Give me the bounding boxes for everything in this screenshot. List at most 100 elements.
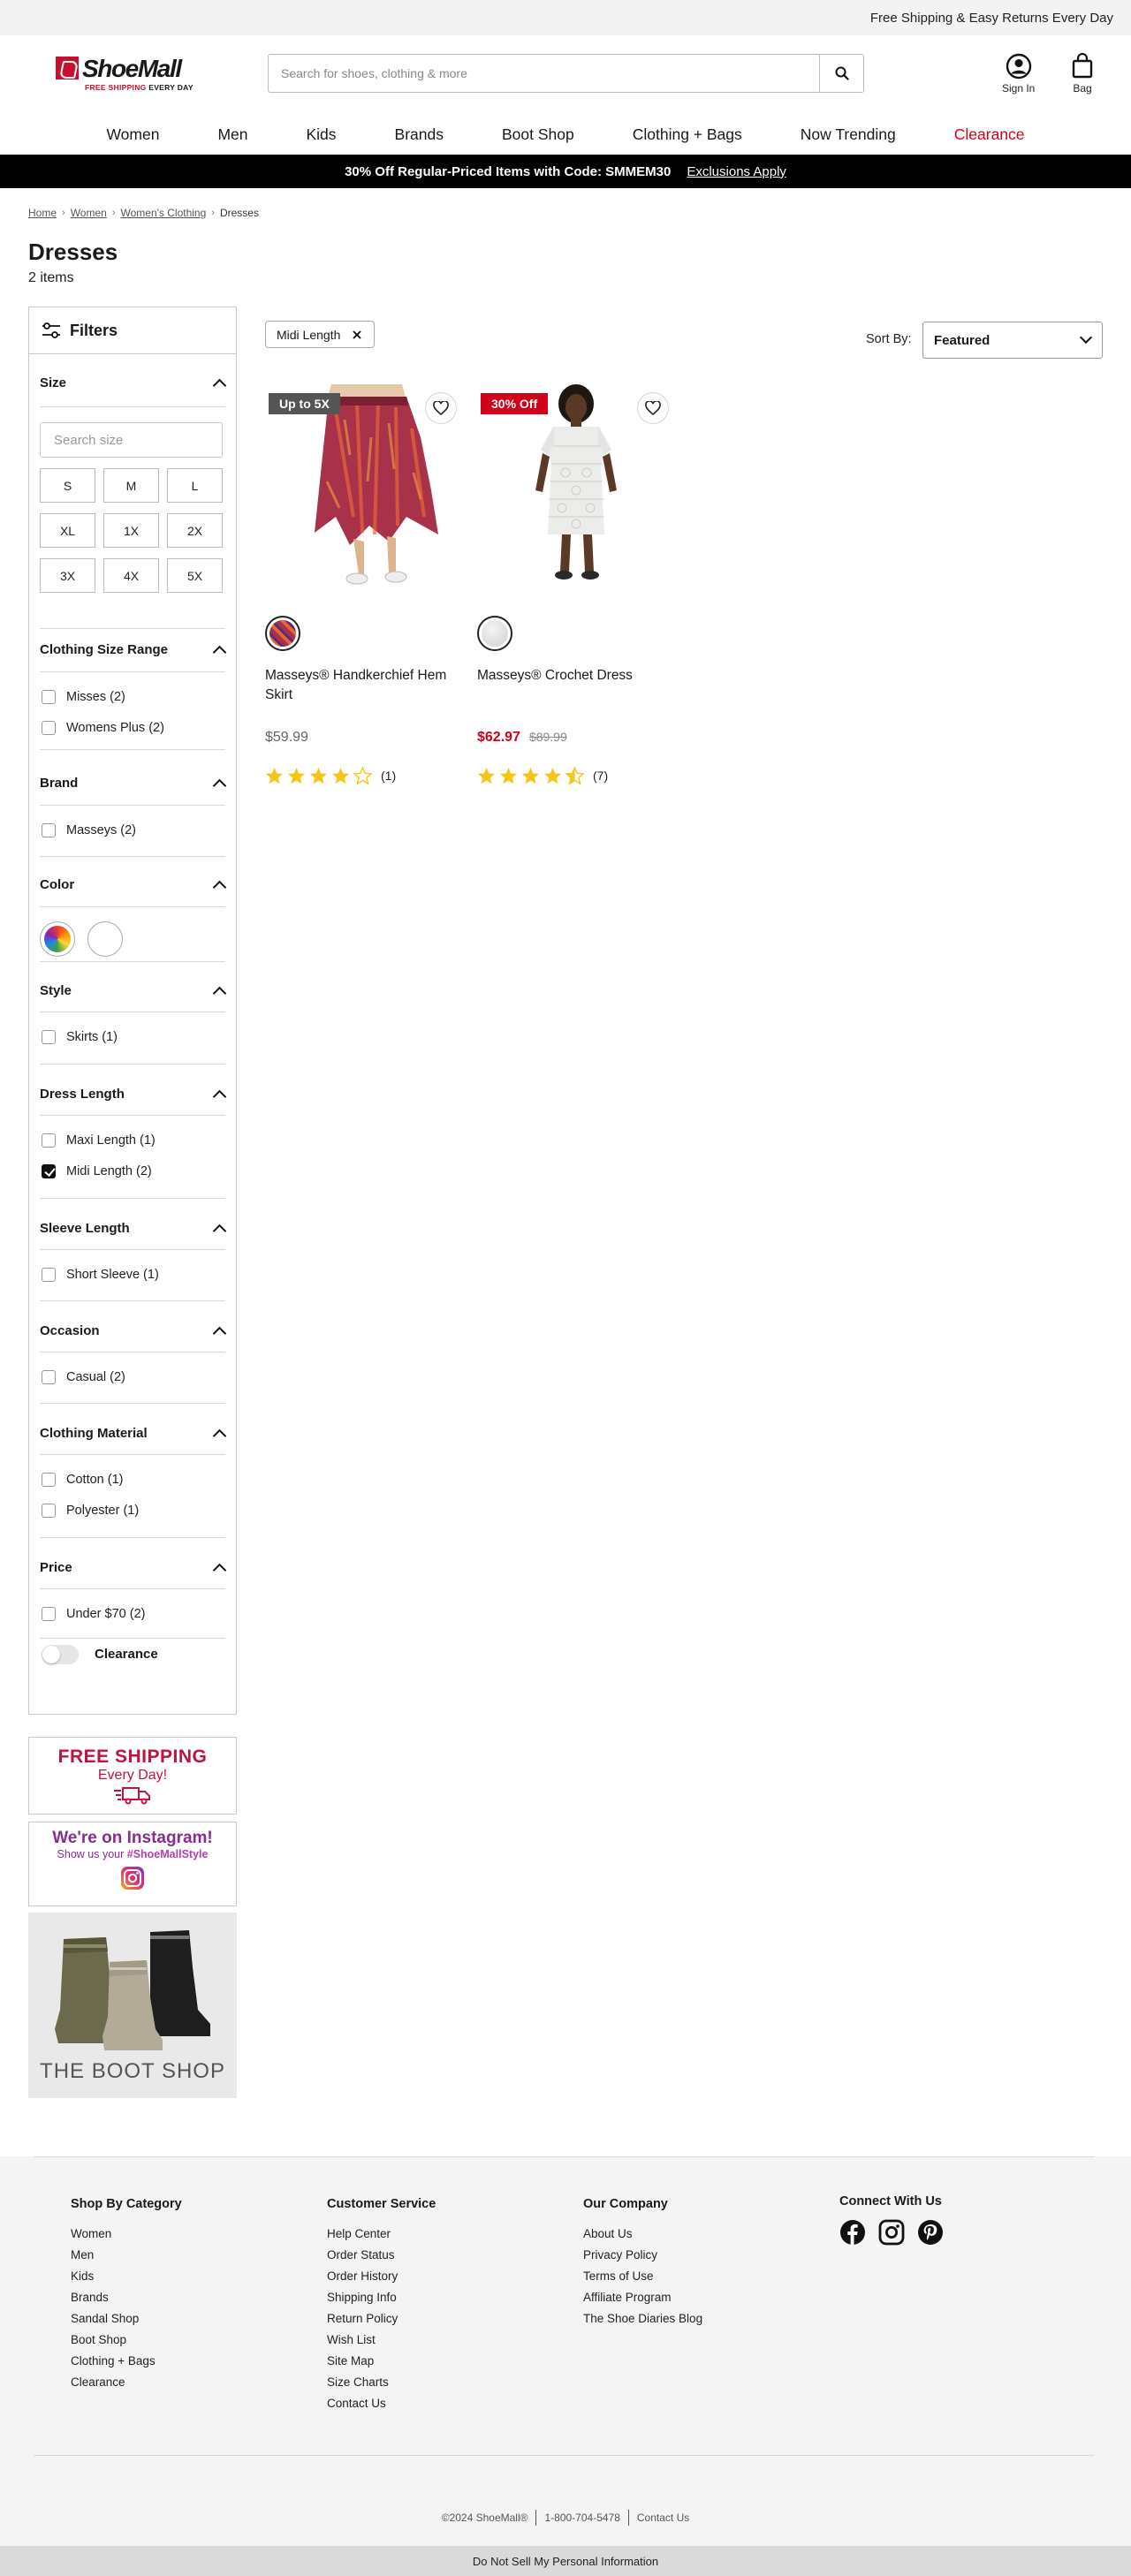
- instagram-icon[interactable]: [878, 2219, 905, 2246]
- contact-us-link[interactable]: Contact Us: [629, 2512, 697, 2524]
- footer-link-shipping-info[interactable]: Shipping Info: [327, 2287, 436, 2308]
- filter-option-midi-length[interactable]: Midi Length (2): [42, 1164, 152, 1178]
- footer-link-wish-list[interactable]: Wish List: [327, 2330, 436, 2351]
- review-count[interactable]: (1): [381, 769, 396, 783]
- product-name[interactable]: Masseys® Handkerchief Hem Skirt: [265, 666, 467, 705]
- filter-option-misses[interactable]: Misses (2): [42, 690, 125, 704]
- filter-option-masseys[interactable]: Masseys (2): [42, 823, 136, 837]
- do-not-sell-link[interactable]: Do Not Sell My Personal Information: [473, 2555, 658, 2568]
- breadcrumb-home[interactable]: Home: [28, 207, 57, 219]
- checkbox[interactable]: [42, 1473, 56, 1487]
- footer-link-contact-us[interactable]: Contact Us: [327, 2393, 436, 2414]
- nav-brands[interactable]: Brands: [366, 125, 473, 144]
- checkbox[interactable]: [42, 1504, 56, 1518]
- boot-shop-promo[interactable]: THE BOOT SHOP: [28, 1913, 237, 2098]
- filter-option-under-70[interactable]: Under $70 (2): [42, 1607, 145, 1621]
- size-filter-header[interactable]: Size: [40, 374, 225, 391]
- occasion-filter-header[interactable]: Occasion: [40, 1322, 225, 1339]
- checkbox[interactable]: [42, 1133, 56, 1148]
- wishlist-button[interactable]: [426, 393, 456, 423]
- filter-option-short-sleeve[interactable]: Short Sleeve (1): [42, 1268, 159, 1282]
- color-filter-header[interactable]: Color: [40, 875, 225, 893]
- review-count[interactable]: (7): [593, 769, 608, 783]
- size-option-xl[interactable]: XL: [40, 513, 95, 548]
- footer-link-order-history[interactable]: Order History: [327, 2266, 436, 2287]
- filter-option-skirts[interactable]: Skirts (1): [42, 1030, 118, 1044]
- filter-option-casual[interactable]: Casual (2): [42, 1370, 125, 1384]
- color-swatch-multicolor[interactable]: [40, 921, 75, 957]
- nav-women[interactable]: Women: [77, 125, 188, 144]
- size-option-m[interactable]: M: [103, 468, 159, 503]
- shoemall-logo[interactable]: ShoeMall FREE SHIPPING EVERY DAY: [56, 55, 197, 95]
- checkbox[interactable]: [42, 1607, 56, 1621]
- footer-link-sandal-shop[interactable]: Sandal Shop: [71, 2308, 182, 2330]
- checkbox[interactable]: [42, 690, 56, 704]
- nav-kids[interactable]: Kids: [277, 125, 365, 144]
- size-option-s[interactable]: S: [40, 468, 95, 503]
- nav-clothing-bags[interactable]: Clothing + Bags: [603, 125, 771, 144]
- footer-link-shoe-diaries-blog[interactable]: The Shoe Diaries Blog: [583, 2308, 702, 2330]
- color-swatch-white[interactable]: [87, 921, 123, 957]
- product-image[interactable]: Up to 5X: [265, 384, 467, 593]
- phone-number[interactable]: 1-800-704-5478: [536, 2512, 627, 2524]
- footer-link-kids[interactable]: Kids: [71, 2266, 182, 2287]
- footer-link-clothing-bags[interactable]: Clothing + Bags: [71, 2351, 182, 2372]
- instagram-promo[interactable]: We're on Instagram! Show us your #ShoeMa…: [28, 1822, 237, 1906]
- checkbox[interactable]: [42, 1268, 56, 1282]
- footer-link-women[interactable]: Women: [71, 2224, 182, 2245]
- free-shipping-promo[interactable]: FREE SHIPPING Every Day!: [28, 1737, 237, 1815]
- nav-now-trending[interactable]: Now Trending: [771, 125, 925, 144]
- clothing-size-range-header[interactable]: Clothing Size Range: [40, 640, 225, 658]
- filter-option-polyester[interactable]: Polyester (1): [42, 1504, 139, 1518]
- size-option-l[interactable]: L: [167, 468, 223, 503]
- size-option-3x[interactable]: 3X: [40, 558, 95, 593]
- product-color-swatch[interactable]: [265, 616, 300, 651]
- style-filter-header[interactable]: Style: [40, 981, 225, 999]
- active-filter-chip[interactable]: Midi Length: [265, 321, 376, 348]
- sign-in-button[interactable]: Sign In: [1002, 53, 1035, 95]
- filter-option-womens-plus[interactable]: Womens Plus (2): [42, 721, 164, 735]
- footer-link-return-policy[interactable]: Return Policy: [327, 2308, 436, 2330]
- checkbox[interactable]: [42, 823, 56, 837]
- breadcrumb-women[interactable]: Women: [71, 207, 107, 219]
- filter-option-cotton[interactable]: Cotton (1): [42, 1473, 123, 1487]
- footer-link-men[interactable]: Men: [71, 2245, 182, 2266]
- footer-link-affiliate-program[interactable]: Affiliate Program: [583, 2287, 702, 2308]
- footer-link-clearance[interactable]: Clearance: [71, 2372, 182, 2393]
- footer-link-boot-shop[interactable]: Boot Shop: [71, 2330, 182, 2351]
- checkbox[interactable]: [42, 1370, 56, 1384]
- size-option-1x[interactable]: 1X: [103, 513, 159, 548]
- dress-length-filter-header[interactable]: Dress Length: [40, 1085, 225, 1102]
- bag-button[interactable]: Bag: [1071, 53, 1094, 95]
- footer-link-terms-of-use[interactable]: Terms of Use: [583, 2266, 702, 2287]
- footer-link-privacy-policy[interactable]: Privacy Policy: [583, 2245, 702, 2266]
- product-name[interactable]: Masseys® Crochet Dress: [477, 666, 679, 686]
- checkbox-checked[interactable]: [42, 1164, 56, 1178]
- clearance-toggle[interactable]: [42, 1645, 79, 1664]
- size-option-4x[interactable]: 4X: [103, 558, 159, 593]
- checkbox[interactable]: [42, 721, 56, 735]
- price-filter-header[interactable]: Price: [40, 1558, 225, 1576]
- search-button[interactable]: [819, 55, 863, 92]
- product-color-swatch[interactable]: [477, 616, 512, 651]
- remove-filter-icon[interactable]: [353, 330, 362, 339]
- product-card[interactable]: 30% Off Masseys® Crochet Dress $62.97 $8…: [477, 384, 679, 784]
- breadcrumb-womens-clothing[interactable]: Women's Clothing: [121, 207, 207, 219]
- exclusions-link[interactable]: Exclusions Apply: [687, 164, 786, 179]
- product-image[interactable]: 30% Off: [477, 384, 679, 593]
- nav-men[interactable]: Men: [188, 125, 277, 144]
- checkbox[interactable]: [42, 1030, 56, 1044]
- nav-clearance[interactable]: Clearance: [925, 125, 1054, 144]
- size-option-5x[interactable]: 5X: [167, 558, 223, 593]
- brand-filter-header[interactable]: Brand: [40, 774, 225, 792]
- sort-select[interactable]: Featured: [922, 322, 1103, 359]
- facebook-icon[interactable]: [839, 2219, 866, 2246]
- size-search-input[interactable]: Search size: [40, 422, 223, 458]
- footer-link-brands[interactable]: Brands: [71, 2287, 182, 2308]
- footer-link-size-charts[interactable]: Size Charts: [327, 2372, 436, 2393]
- footer-link-help-center[interactable]: Help Center: [327, 2224, 436, 2245]
- footer-link-about-us[interactable]: About Us: [583, 2224, 702, 2245]
- size-option-2x[interactable]: 2X: [167, 513, 223, 548]
- product-card[interactable]: Up to 5X Masseys® Handkerchief Hem Skirt…: [265, 384, 467, 784]
- clothing-material-filter-header[interactable]: Clothing Material: [40, 1424, 225, 1442]
